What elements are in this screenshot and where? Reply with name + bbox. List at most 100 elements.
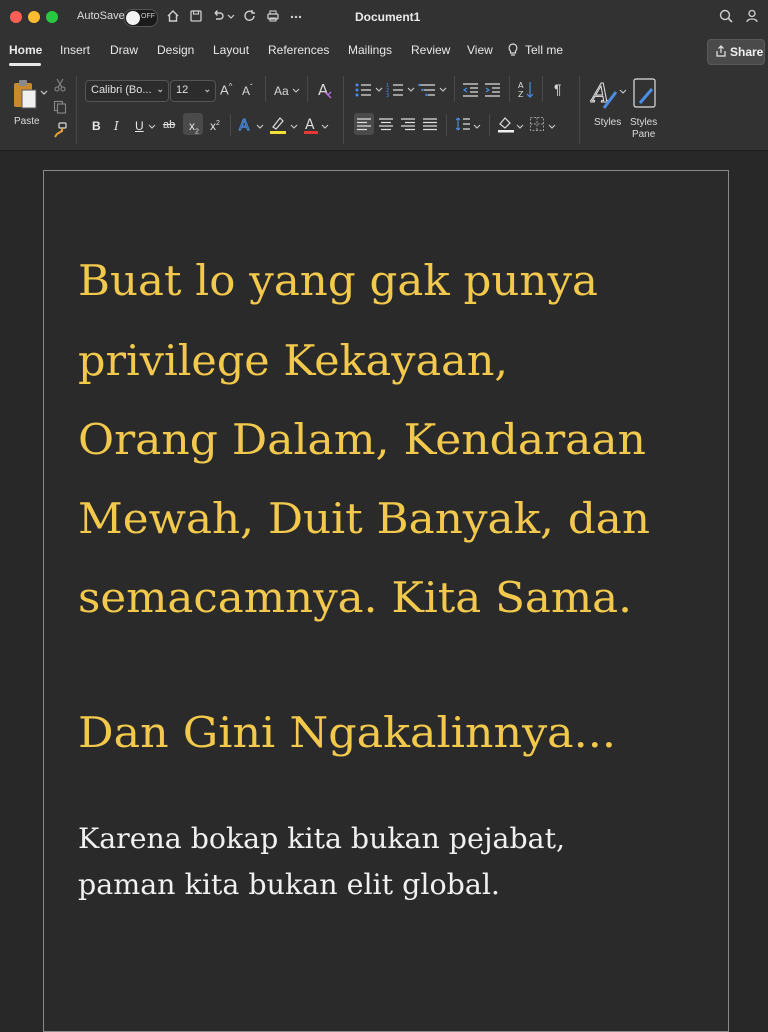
tab-home[interactable]: Home bbox=[9, 43, 42, 57]
svg-text:Z: Z bbox=[518, 90, 524, 99]
font-color-icon[interactable]: A bbox=[303, 115, 319, 135]
font-size-dropdown[interactable]: 12 ⌄ bbox=[170, 80, 216, 102]
styles-gallery-icon[interactable]: A bbox=[590, 78, 620, 112]
more-options-icon[interactable] bbox=[288, 8, 304, 24]
search-icon[interactable] bbox=[718, 8, 734, 24]
align-left-icon[interactable] bbox=[356, 117, 372, 131]
save-icon[interactable] bbox=[188, 8, 204, 24]
maximize-window-button[interactable] bbox=[46, 11, 58, 23]
highlight-icon[interactable] bbox=[269, 115, 287, 135]
styles-pane-icon[interactable] bbox=[632, 77, 658, 111]
change-case-chevron-icon[interactable] bbox=[292, 87, 300, 95]
ribbon-separator bbox=[489, 114, 490, 136]
tab-insert[interactable]: Insert bbox=[60, 43, 90, 57]
subheading: Dan Gini Ngakalinnya... bbox=[78, 708, 616, 757]
chevron-down-icon: ⌄ bbox=[203, 84, 211, 94]
tab-references[interactable]: References bbox=[268, 43, 329, 57]
close-window-button[interactable] bbox=[10, 11, 22, 23]
active-tab-indicator bbox=[9, 63, 41, 66]
home-icon[interactable] bbox=[165, 8, 181, 24]
italic-button[interactable]: I bbox=[114, 119, 119, 133]
document-page[interactable]: Buat lo yang gak punya privilege Kekayaa… bbox=[43, 170, 729, 1032]
ribbon-separator bbox=[509, 76, 510, 102]
ribbon-tabs: Home Insert Draw Design Layout Reference… bbox=[0, 34, 768, 70]
bullets-chevron-icon[interactable] bbox=[375, 86, 383, 94]
svg-text:A: A bbox=[518, 81, 524, 90]
document-title: Document1 bbox=[355, 10, 421, 24]
strikethrough-button[interactable]: ab bbox=[163, 119, 175, 131]
line-spacing-chevron-icon[interactable] bbox=[473, 123, 481, 131]
redo-icon[interactable] bbox=[242, 8, 258, 24]
bullets-icon[interactable] bbox=[354, 82, 374, 98]
sort-icon[interactable]: AZ bbox=[518, 80, 534, 100]
numbering-icon[interactable]: 123 bbox=[386, 82, 406, 98]
tab-tell-me[interactable]: Tell me bbox=[525, 43, 563, 57]
justify-icon[interactable] bbox=[422, 117, 438, 131]
tab-design[interactable]: Design bbox=[157, 43, 194, 57]
svg-text:3: 3 bbox=[386, 93, 389, 98]
text-effects-chevron-icon[interactable] bbox=[256, 123, 264, 131]
tab-review[interactable]: Review bbox=[411, 43, 450, 57]
ribbon-separator bbox=[542, 76, 543, 102]
autosave-label: AutoSave bbox=[77, 10, 125, 22]
paste-dropdown-chevron-icon[interactable] bbox=[40, 88, 48, 98]
ribbon-separator bbox=[343, 76, 344, 144]
paste-label: Paste bbox=[14, 116, 40, 127]
cut-icon[interactable] bbox=[53, 78, 67, 92]
undo-icon[interactable] bbox=[210, 8, 226, 24]
multilevel-list-icon[interactable] bbox=[418, 82, 438, 98]
underline-button[interactable]: U bbox=[135, 119, 144, 133]
borders-icon[interactable] bbox=[529, 116, 545, 132]
tab-draw[interactable]: Draw bbox=[110, 43, 138, 57]
ribbon-toolbar: Paste Calibri (Bo... ⌄ 12 ⌄ A^ Aˇ Aa A B I… bbox=[0, 70, 768, 151]
ribbon-separator bbox=[446, 114, 447, 136]
account-icon[interactable] bbox=[744, 8, 760, 24]
decrease-indent-icon[interactable] bbox=[462, 82, 480, 98]
undo-dropdown-chevron-icon[interactable] bbox=[226, 8, 236, 24]
tab-view[interactable]: View bbox=[467, 43, 493, 57]
share-button[interactable]: Share bbox=[707, 39, 765, 65]
tab-layout[interactable]: Layout bbox=[213, 43, 249, 57]
svg-text:A: A bbox=[239, 116, 250, 133]
clear-formatting-icon[interactable]: A bbox=[316, 80, 334, 100]
tab-mailings[interactable]: Mailings bbox=[348, 43, 392, 57]
shading-icon[interactable] bbox=[497, 115, 515, 133]
svg-text:A: A bbox=[318, 81, 329, 99]
text-effects-icon[interactable]: A bbox=[238, 115, 254, 134]
ribbon-separator bbox=[454, 76, 455, 102]
align-center-icon[interactable] bbox=[378, 117, 394, 131]
font-color-chevron-icon[interactable] bbox=[321, 123, 329, 131]
multilevel-chevron-icon[interactable] bbox=[439, 86, 447, 94]
show-formatting-marks-icon[interactable]: ¶ bbox=[554, 81, 562, 97]
heading-line: Orang Dalam, Kendaraan bbox=[78, 415, 646, 464]
line-spacing-icon[interactable] bbox=[455, 116, 471, 132]
bold-button[interactable]: B bbox=[92, 119, 101, 133]
align-right-icon[interactable] bbox=[400, 117, 416, 131]
minimize-window-button[interactable] bbox=[28, 11, 40, 23]
shading-chevron-icon[interactable] bbox=[516, 123, 524, 131]
font-name-dropdown[interactable]: Calibri (Bo... ⌄ bbox=[85, 80, 169, 102]
change-case-button[interactable]: Aa bbox=[274, 84, 289, 98]
ribbon-separator bbox=[265, 76, 266, 102]
copy-icon[interactable] bbox=[53, 100, 67, 114]
shrink-font-icon[interactable]: Aˇ bbox=[242, 83, 253, 98]
heading-line: semacamnya. Kita Sama. bbox=[78, 573, 632, 622]
paste-icon[interactable] bbox=[12, 78, 38, 110]
subscript-button[interactable]: x2 bbox=[189, 119, 199, 135]
share-label: Share bbox=[730, 45, 764, 59]
autosave-toggle[interactable]: OFF bbox=[124, 9, 158, 27]
print-icon[interactable] bbox=[265, 8, 281, 24]
styles-chevron-icon[interactable] bbox=[619, 88, 627, 96]
highlight-chevron-icon[interactable] bbox=[290, 123, 298, 131]
heading-line: privilege Kekayaan, bbox=[78, 336, 508, 385]
svg-text:A: A bbox=[305, 117, 315, 133]
body-line: paman kita bukan elit global. bbox=[78, 868, 500, 901]
superscript-button[interactable]: x2 bbox=[210, 119, 220, 133]
borders-chevron-icon[interactable] bbox=[548, 123, 556, 131]
format-painter-icon[interactable] bbox=[53, 122, 67, 138]
grow-font-icon[interactable]: A^ bbox=[220, 82, 232, 97]
styles-pane-label: Styles Pane bbox=[630, 117, 658, 140]
numbering-chevron-icon[interactable] bbox=[407, 86, 415, 94]
underline-chevron-icon[interactable] bbox=[148, 123, 156, 131]
increase-indent-icon[interactable] bbox=[484, 82, 502, 98]
